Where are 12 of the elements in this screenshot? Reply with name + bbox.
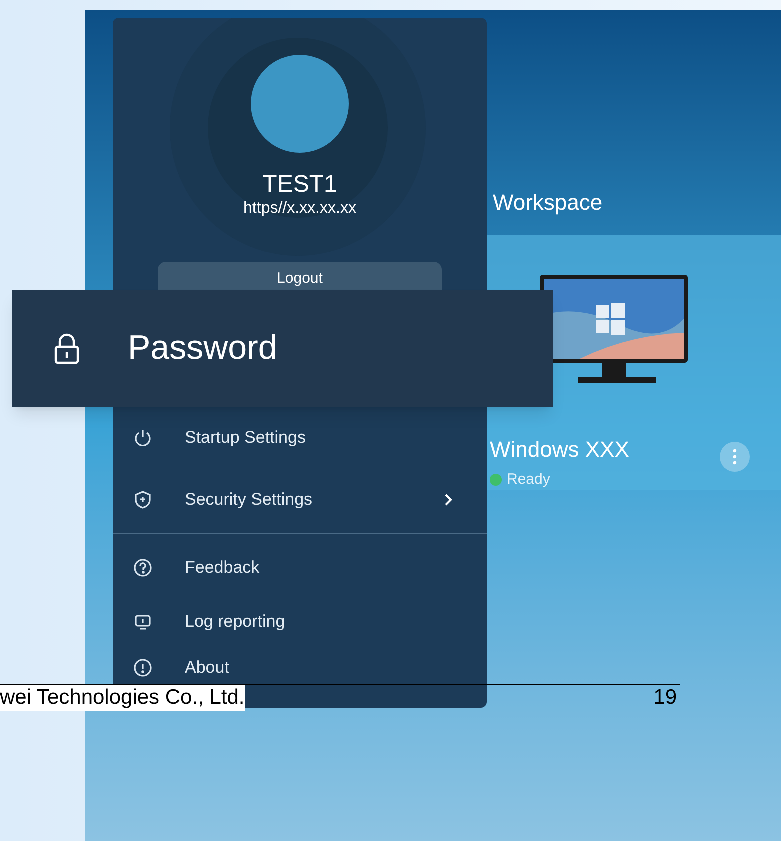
menu-item[interactable]: Feedback bbox=[113, 541, 468, 595]
section-title: Workspace bbox=[493, 189, 603, 217]
menu-item[interactable]: About bbox=[113, 649, 468, 687]
desktop-status: Ready bbox=[507, 470, 550, 490]
logout-button[interactable]: Logout bbox=[158, 262, 442, 290]
menu-item[interactable]: Log reporting bbox=[113, 595, 468, 649]
page-number: 19 bbox=[654, 685, 677, 711]
footer-text: wei Technologies Co., Ltd. bbox=[0, 685, 245, 711]
server-address: https//x.xx.xx.xx bbox=[244, 199, 356, 219]
desktop-name: Windows XXX bbox=[490, 436, 630, 464]
password-callout[interactable]: Password bbox=[12, 290, 553, 407]
menu-user-name: TEST1 bbox=[262, 171, 338, 199]
